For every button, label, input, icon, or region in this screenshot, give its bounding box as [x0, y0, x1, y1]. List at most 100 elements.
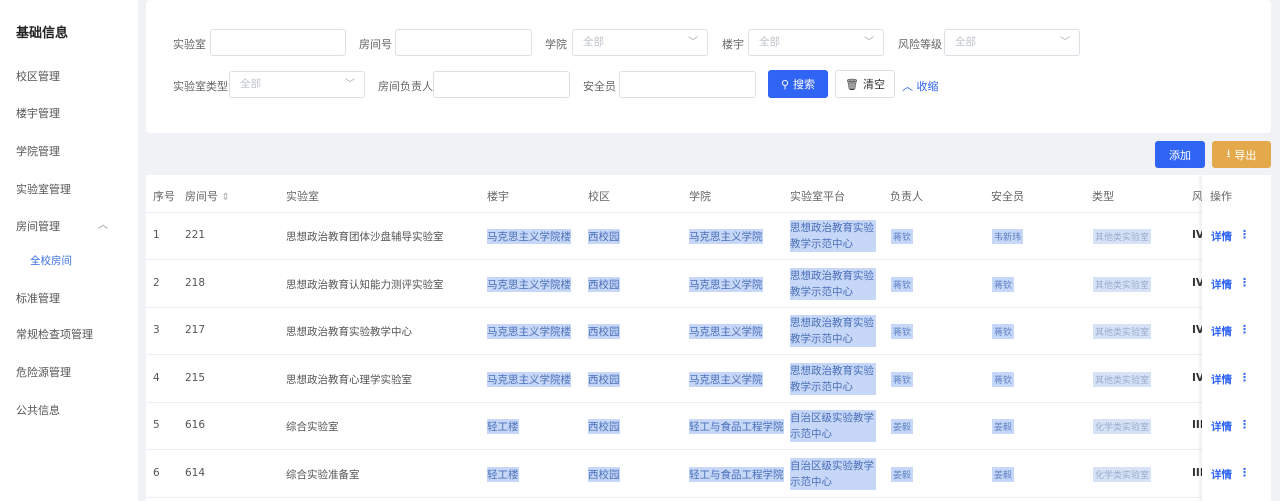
cell-safety: 姜毅 — [992, 419, 1015, 434]
detail-link[interactable]: 详情 — [1211, 277, 1232, 292]
sidebar-subitem-all-rooms[interactable]: 全校房间 — [30, 253, 72, 268]
building-filter-label: 楼宇 — [722, 38, 744, 51]
detail-link[interactable]: 详情 — [1211, 467, 1232, 482]
cell-campus: 西校园 — [588, 324, 620, 339]
col-header-campus: 校区 — [588, 190, 610, 203]
sidebar: 基础信息 校区管理 楼宇管理 学院管理 实验室管理 房间管理 ︿ 全校房间 标准… — [0, 0, 138, 501]
cell-building: 马克思主义学院楼 — [487, 371, 571, 387]
room-filter-label: 房间号 — [359, 38, 392, 51]
cell-type: 其他类实验室 — [1093, 324, 1152, 339]
lab-filter-input[interactable] — [210, 29, 346, 56]
table-header: 序号 房间号 ⇕ 实验室 楼宇 校区 学院 实验室平台 负责人 安全员 类型 风 — [146, 175, 1271, 213]
cell-college: 马克思主义学院 — [689, 276, 763, 292]
sidebar-item-routine-check[interactable]: 常规检查项管理 — [16, 326, 126, 342]
table-row: 4 215 思想政治教育心理学实验室 马克思主义学院楼 西校园 马克思主义学院 思想政治教育… — [146, 356, 1271, 403]
cell-platform: 思想政治教育实验教学示范中心 — [790, 362, 876, 395]
cell-platform: 自治区级实验教学示范中心 — [790, 410, 876, 442]
more-options-icon[interactable]: ⋮ — [1239, 418, 1250, 431]
detail-link[interactable]: 详情 — [1211, 372, 1232, 387]
sidebar-item-public-info[interactable]: 公共信息 — [16, 402, 126, 418]
detail-link[interactable]: 详情 — [1211, 229, 1232, 244]
labtype-filter-label: 实验室类型 — [173, 80, 228, 93]
detail-link[interactable]: 详情 — [1211, 419, 1232, 434]
table-row: 6 614 综合实验准备室 轻工楼 西校园 轻工与食品工程学院 自治区级实验教学示范中心 姜毅… — [146, 451, 1271, 498]
labtype-filter-select[interactable]: 全部 ﹀ — [229, 71, 365, 98]
cell-type: 其他类实验室 — [1093, 276, 1152, 292]
chevron-down-icon: ﹀ — [1060, 37, 1070, 48]
sort-icon[interactable]: ⇕ — [222, 192, 230, 203]
cell-college: 马克思主义学院 — [689, 371, 763, 387]
cell-campus: 西校园 — [588, 276, 620, 292]
sidebar-item-standard[interactable]: 标准管理 — [16, 290, 126, 306]
cell-room: 221 — [185, 229, 206, 241]
owner-filter-label: 房间负责人 — [378, 80, 433, 93]
sidebar-item-room[interactable]: 房间管理 — [16, 218, 126, 234]
cell-index: 5 — [153, 419, 160, 431]
cell-lab: 思想政治教育团体沙盘辅导实验室 — [286, 231, 444, 243]
sidebar-item-lab[interactable]: 实验室管理 — [16, 181, 126, 197]
owner-filter-input[interactable] — [433, 71, 570, 98]
cell-lab: 综合实验准备室 — [286, 468, 360, 481]
clear-button[interactable]: 🗑 清空 — [835, 70, 895, 98]
search-button[interactable]: ⚲ 搜索 — [768, 70, 828, 98]
search-icon: ⚲ — [780, 77, 790, 91]
export-button[interactable]: ⭳ 导出 — [1212, 141, 1271, 168]
cell-platform: 思想政治教育实验教学示范中心 — [790, 220, 876, 252]
sidebar-title: 基础信息 — [16, 26, 69, 41]
cell-owner: 蒋钦 — [891, 229, 914, 244]
cell-safety: 姜毅 — [992, 466, 1015, 482]
more-options-icon[interactable]: ⋮ — [1239, 276, 1250, 289]
more-options-icon[interactable]: ⋮ — [1239, 323, 1250, 336]
building-filter-value: 全部 — [759, 36, 780, 48]
cell-building: 马克思主义学院楼 — [487, 276, 571, 292]
cell-safety: 蒋钦 — [992, 371, 1015, 387]
risk-filter-select[interactable]: 全部 ﹀ — [944, 29, 1080, 56]
cell-lab: 思想政治教育实验教学中心 — [286, 326, 412, 338]
building-filter-select[interactable]: 全部 ﹀ — [748, 29, 884, 56]
table-row: 2 218 思想政治教育认知能力测评实验室 马克思主义学院楼 西校园 马克思主义学院 思想政… — [146, 261, 1271, 308]
detail-link[interactable]: 详情 — [1211, 324, 1232, 339]
college-filter-label: 学院 — [545, 38, 567, 51]
sidebar-item-room-label: 房间管理 — [16, 220, 60, 233]
cell-index: 3 — [153, 324, 160, 336]
download-icon: ⭳ — [1226, 147, 1231, 160]
cell-index: 6 — [153, 466, 160, 479]
cell-building: 轻工楼 — [487, 466, 519, 482]
more-options-icon[interactable]: ⋮ — [1239, 466, 1250, 479]
more-options-icon[interactable]: ⋮ — [1239, 228, 1250, 241]
col-header-room[interactable]: 房间号 ⇕ — [185, 188, 230, 204]
cell-type: 化学类实验室 — [1093, 466, 1152, 482]
table-row: 5 616 综合实验室 轻工楼 西校园 轻工与食品工程学院 自治区级实验教学示范中心 姜毅 姜毅… — [146, 403, 1271, 450]
cell-room: 215 — [185, 371, 206, 384]
cell-safety: 蒋钦 — [992, 324, 1015, 339]
col-header-room-label: 房间号 — [185, 190, 218, 203]
sidebar-item-hazard[interactable]: 危险源管理 — [16, 364, 126, 380]
chevron-up-icon[interactable]: ︿ — [98, 216, 108, 231]
rooms-table: 序号 房间号 ⇕ 实验室 楼宇 校区 学院 实验室平台 负责人 安全员 类型 风… — [146, 175, 1271, 501]
cell-owner: 蒋钦 — [891, 324, 914, 339]
more-options-icon[interactable]: ⋮ — [1239, 371, 1250, 384]
cell-college: 马克思主义学院 — [689, 324, 763, 339]
sidebar-item-building[interactable]: 楼宇管理 — [16, 105, 126, 121]
cell-campus: 西校园 — [588, 419, 620, 434]
add-button[interactable]: 添加 — [1155, 141, 1205, 168]
sidebar-item-campus[interactable]: 校区管理 — [16, 68, 126, 84]
cell-index: 1 — [153, 229, 160, 241]
cell-owner: 姜毅 — [891, 419, 914, 434]
export-button-label: 导出 — [1234, 148, 1257, 162]
filter-panel: 实验室 房间号 学院 全部 ﹀ 楼宇 全部 ﹀ 风险等级 全部 ﹀ 实验室类型 … — [146, 0, 1271, 133]
table-row: 3 217 思想政治教育实验教学中心 马克思主义学院楼 西校园 马克思主义学院 思想政治教育… — [146, 308, 1271, 355]
cell-building: 轻工楼 — [487, 419, 519, 434]
safety-filter-input[interactable] — [619, 71, 756, 98]
risk-filter-value: 全部 — [955, 36, 976, 48]
room-filter-input[interactable] — [395, 29, 532, 56]
collapse-link[interactable]: ︿ 收缩 — [902, 78, 939, 94]
chevron-down-icon: ﹀ — [864, 37, 874, 48]
sidebar-item-college[interactable]: 学院管理 — [16, 143, 126, 159]
cell-campus: 西校园 — [588, 466, 620, 482]
college-filter-select[interactable]: 全部 ﹀ — [572, 29, 708, 56]
cell-type: 其他类实验室 — [1093, 229, 1152, 244]
cell-lab: 思想政治教育心理学实验室 — [286, 373, 412, 386]
col-header-college: 学院 — [689, 190, 711, 203]
cell-college: 轻工与食品工程学院 — [689, 419, 784, 434]
